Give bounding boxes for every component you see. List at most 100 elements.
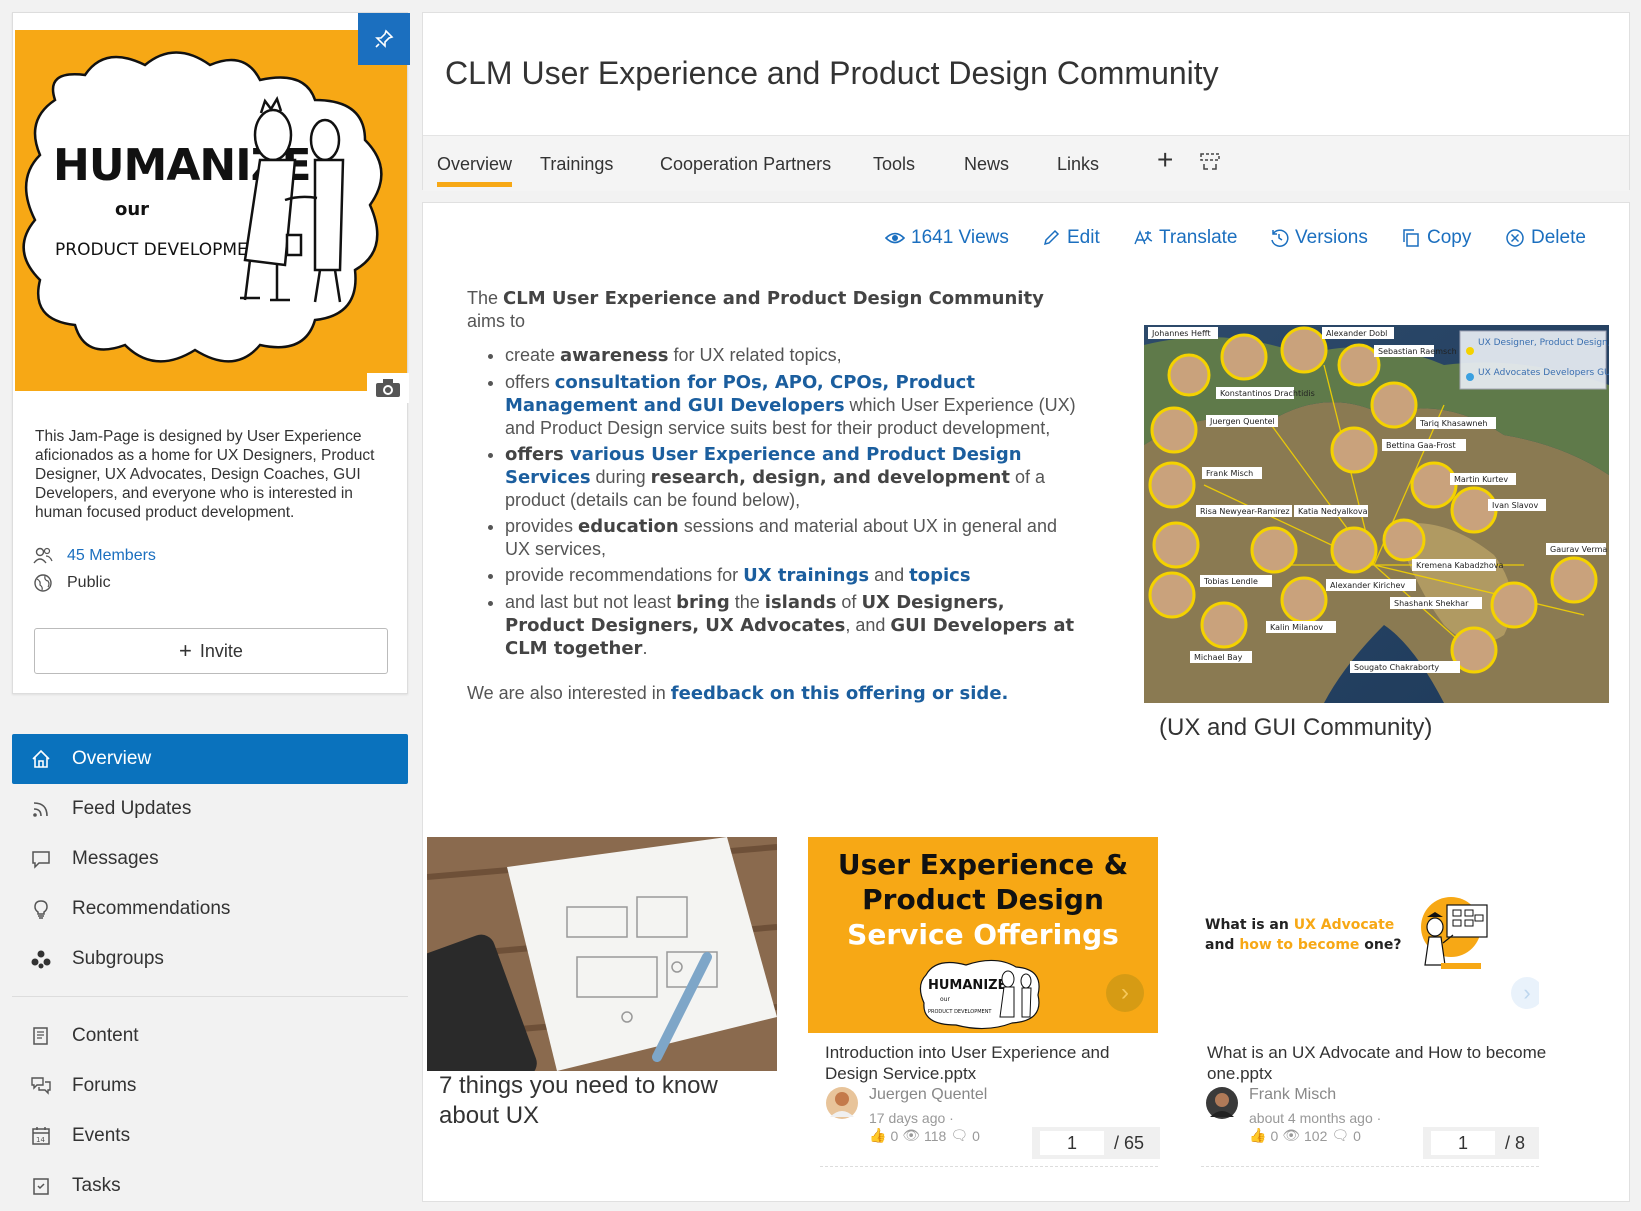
like-icon[interactable]: 👍 <box>869 1127 886 1144</box>
advocate-illustration <box>1421 897 1488 969</box>
page-header: CLM User Experience and Product Design C… <box>422 12 1630 191</box>
members-link[interactable]: 45 Members <box>67 547 156 565</box>
preview-line-1: User Experience & <box>837 848 1129 881</box>
sidebar-item-forums[interactable]: Forums <box>12 1061 408 1111</box>
avatar <box>1206 1087 1238 1119</box>
map-caption: (UX and GUI Community) <box>1159 714 1433 741</box>
sidebar-item-messages[interactable]: Messages <box>12 834 408 884</box>
tab-overview[interactable]: Overview <box>437 154 513 187</box>
comment-icon[interactable]: 🗨 <box>1331 1127 1349 1144</box>
like-icon[interactable]: 👍 <box>1249 1127 1266 1144</box>
ux-advocate-preview[interactable]: What is an UX Advocate and how to become… <box>1189 837 1539 1033</box>
add-tab-icon[interactable]: + <box>1157 146 1173 174</box>
view-icon: 👁 <box>902 1127 921 1143</box>
delete-button[interactable]: Delete <box>1505 227 1586 249</box>
versions-button[interactable]: Versions <box>1269 227 1368 249</box>
page-input[interactable]: 1 <box>1431 1131 1495 1155</box>
tab-links[interactable]: Links <box>1057 154 1099 175</box>
next-slide-button[interactable]: › <box>1511 977 1539 1009</box>
service-offerings-preview[interactable]: User Experience & Product Design Service… <box>808 837 1158 1033</box>
change-cover-button[interactable] <box>367 373 409 403</box>
file-stats: 👍 0 👁 118 🗨 0 <box>869 1127 980 1144</box>
sidebar-item-label: Content <box>72 1025 139 1046</box>
lightbulb-icon <box>34 900 48 919</box>
tab-bar: Overview Trainings Cooperation Partners … <box>423 135 1629 191</box>
views-counter: 1641 Views <box>885 227 1009 249</box>
rss-icon <box>33 802 48 817</box>
list-item: offers various User Experience and Produ… <box>505 443 1077 511</box>
page-total: / 8 <box>1505 1132 1526 1153</box>
feedback-link[interactable]: feedback on this offering or side. <box>671 683 1009 704</box>
pin-button[interactable] <box>358 13 410 65</box>
page-input[interactable]: 1 <box>1040 1131 1104 1155</box>
author-name[interactable]: Frank Misch <box>1249 1086 1336 1104</box>
close-circle-icon <box>1506 229 1524 247</box>
visibility-row: Public <box>33 573 111 593</box>
card-divider <box>1201 1166 1539 1167</box>
svg-text:Gaurav Verma: Gaurav Verma <box>1550 545 1607 554</box>
views-label: 1641 Views <box>911 227 1009 248</box>
copy-label: Copy <box>1427 227 1472 248</box>
translate-button[interactable]: Translate <box>1133 227 1238 249</box>
svg-text:Konstantinos Drachtidis: Konstantinos Drachtidis <box>1220 389 1315 398</box>
svg-text:Alexander Dobl: Alexander Dobl <box>1326 329 1387 338</box>
edit-button[interactable]: Edit <box>1041 227 1100 249</box>
ux-article-image[interactable] <box>427 837 777 1071</box>
camera-icon <box>376 379 400 397</box>
list-item: create awareness for UX related topics, <box>505 344 1077 367</box>
forums-icon <box>31 1077 51 1095</box>
members-icon <box>33 547 53 564</box>
file-stats: 👍 0 👁 102 🗨 0 <box>1249 1127 1361 1144</box>
view-icon: 👁 <box>1282 1127 1301 1143</box>
reorder-tabs-icon[interactable] <box>1199 152 1221 172</box>
svg-text:Martin Kurtev: Martin Kurtev <box>1454 475 1508 484</box>
aims-list: create awareness for UX related topics, … <box>467 344 1077 660</box>
preview-line-3: Service Offerings <box>847 918 1119 951</box>
message-icon <box>32 851 50 869</box>
tab-cooperation-partners[interactable]: Cooperation Partners <box>660 154 831 175</box>
file-name[interactable]: Introduction into User Experience and De… <box>825 1042 1158 1084</box>
svg-text:Bettina Gaa-Frost: Bettina Gaa-Frost <box>1386 441 1456 450</box>
svg-text:Tariq Khasawneh: Tariq Khasawneh <box>1419 419 1488 428</box>
intro-paragraph: The CLM User Experience and Product Desi… <box>467 288 1044 331</box>
tab-news[interactable]: News <box>964 154 1009 175</box>
svg-text:Sebastian Raemsch: Sebastian Raemsch <box>1378 347 1457 356</box>
eye-icon <box>885 232 905 244</box>
sidebar-item-subgroups[interactable]: Subgroups <box>12 934 408 984</box>
pin-icon <box>375 29 394 48</box>
plus-icon: + <box>179 638 192 663</box>
svg-text:Frank Misch: Frank Misch <box>1206 469 1253 478</box>
hero-tagline: PRODUCT DEVELOPMENT <box>55 240 271 260</box>
translate-label: Translate <box>1159 227 1238 248</box>
invite-button[interactable]: + Invite <box>34 628 388 674</box>
sidebar-item-label: Feed Updates <box>72 798 192 819</box>
members-row[interactable]: 45 Members <box>33 547 156 565</box>
ux-article-title[interactable]: 7 things you need to know about UX <box>439 1071 769 1131</box>
sidebar-item-label: Events <box>72 1125 131 1146</box>
sidebar-item-recommendations[interactable]: Recommendations <box>12 884 408 934</box>
sidebar-item-tasks[interactable]: Tasks <box>12 1161 408 1211</box>
svg-text:Juergen Quentel: Juergen Quentel <box>1209 417 1275 426</box>
card-divider <box>820 1166 1158 1167</box>
tab-trainings[interactable]: Trainings <box>540 154 613 175</box>
file-name[interactable]: What is an UX Advocate and How to become… <box>1207 1042 1557 1084</box>
comment-icon[interactable]: 🗨 <box>950 1127 968 1144</box>
hero-subtitle: our <box>115 199 149 220</box>
list-item: provides education sessions and material… <box>505 515 1077 560</box>
avatar <box>826 1087 858 1119</box>
content-icon <box>33 1027 48 1045</box>
overview-content-card: 1641 Views Edit Translate Versions Copy … <box>422 202 1630 1202</box>
svg-text:Shashank Shekhar: Shashank Shekhar <box>1394 599 1469 608</box>
sidebar-item-events[interactable]: 14 Events <box>12 1111 408 1161</box>
list-item: offers consultation for POs, APO, CPOs, … <box>505 371 1077 439</box>
tab-tools[interactable]: Tools <box>873 154 915 175</box>
sidebar-item-overview[interactable]: Overview <box>12 734 408 784</box>
sidebar-item-label: Subgroups <box>72 948 164 969</box>
copy-button[interactable]: Copy <box>1401 227 1471 249</box>
author-name[interactable]: Juergen Quentel <box>869 1086 987 1104</box>
next-slide-button[interactable]: › <box>1106 974 1144 1012</box>
sidebar-item-label: Overview <box>72 748 152 769</box>
sidebar-item-content[interactable]: Content <box>12 1011 408 1061</box>
svg-text:Katia Nedyalkova: Katia Nedyalkova <box>1298 507 1368 516</box>
sidebar-item-feed-updates[interactable]: Feed Updates <box>12 784 408 834</box>
